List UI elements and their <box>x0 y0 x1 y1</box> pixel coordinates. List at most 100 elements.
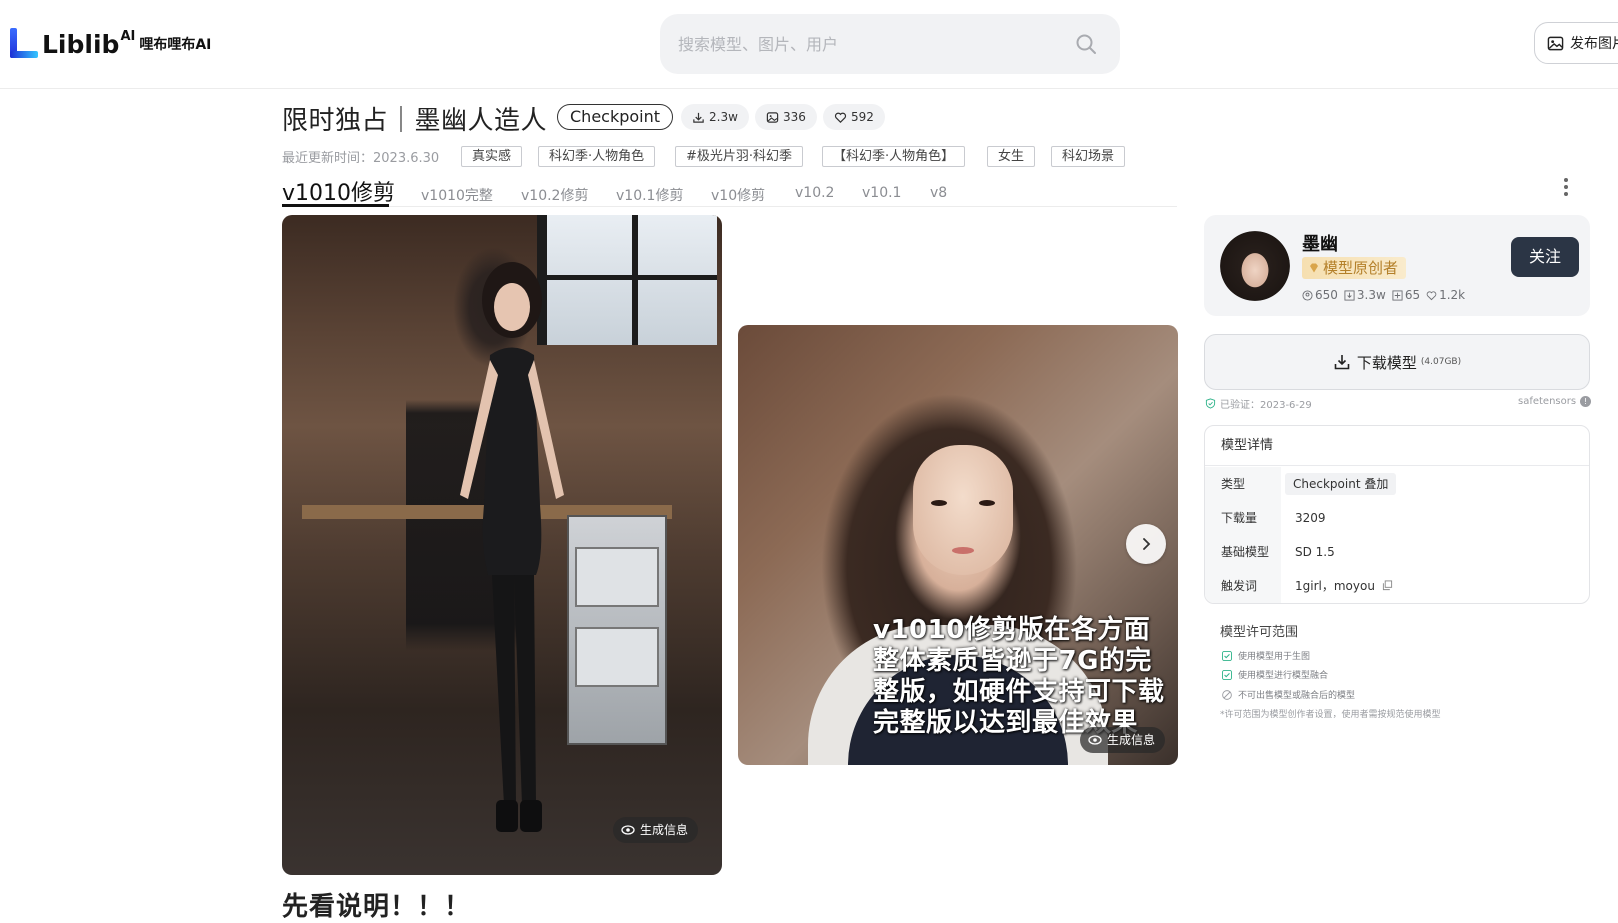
eye-icon <box>1088 735 1102 745</box>
author-followers: 650 <box>1302 288 1338 302</box>
license-item: 使用模型用于生图 <box>1222 649 1310 662</box>
license-title: 模型许可范围 <box>1220 625 1299 640</box>
license-item-label: 使用模型用于生图 <box>1238 652 1311 662</box>
figure-graphic <box>460 262 564 832</box>
details-heading: 模型详情 <box>1205 426 1589 466</box>
file-format: safetensors ! <box>1518 396 1592 407</box>
generation-info-button[interactable]: 生成信息 <box>1080 727 1166 753</box>
more-options-icon[interactable] <box>1563 178 1569 198</box>
creator-badge-label: 模型原创者 <box>1323 259 1399 277</box>
chevron-right-icon <box>1143 538 1151 550</box>
file-format-label: safetensors <box>1518 396 1577 407</box>
heart-icon <box>834 112 847 123</box>
tab-version[interactable]: v10.1修剪 <box>616 185 683 205</box>
eye-icon <box>621 825 635 835</box>
model-title: 限时独占｜墨幽人造人 <box>282 106 548 136</box>
next-image-button[interactable] <box>1126 524 1166 564</box>
download-icon <box>693 112 704 123</box>
follow-button[interactable]: 关注 <box>1511 237 1579 277</box>
detail-value: 3209 <box>1295 511 1326 525</box>
check-icon <box>1222 669 1232 680</box>
download-label: 下载模型 <box>1356 353 1417 372</box>
updated-date: 最近更新时间：2023.6.30 <box>282 151 440 166</box>
likes-count: 592 <box>851 110 874 124</box>
cabinet-graphic <box>567 515 667 745</box>
lips-graphic <box>952 547 974 554</box>
likes-stat[interactable]: 592 <box>823 104 885 130</box>
download-model-button[interactable]: 下载模型 (4.07GB) <box>1204 334 1590 390</box>
tab-version[interactable]: v10.1 <box>862 185 901 201</box>
images-count: 336 <box>783 110 806 124</box>
gallery-image[interactable]: v1010修剪版在各方面整体素质皆逊于7G的完整版，如硬件支持可下载完整版以达到… <box>738 325 1178 765</box>
license-item-label: 不可出售模型或融合后的模型 <box>1238 691 1356 701</box>
model-tag[interactable]: 【科幻季·人物角色】 <box>822 146 966 167</box>
active-tab-underline <box>282 204 389 207</box>
info-icon[interactable]: ! <box>1580 396 1592 407</box>
tab-version[interactable]: v1010完整 <box>421 185 493 205</box>
image-icon <box>1547 36 1564 50</box>
download-size: (4.07GB) <box>1420 357 1462 367</box>
model-details-table: 模型详情 类型 Checkpoint 叠加 下载量 3209 基础模型 SD 1… <box>1204 425 1590 604</box>
images-stat: 336 <box>755 104 817 130</box>
verified-status: 已验证：2023-6-29 <box>1205 396 1312 411</box>
search-input[interactable] <box>678 14 1058 74</box>
heart-icon <box>1426 290 1437 300</box>
image-icon <box>766 111 779 123</box>
author-downloads: 3.3w <box>1344 288 1386 302</box>
detail-label: 类型 <box>1205 467 1281 501</box>
generation-info-button[interactable]: 生成信息 <box>613 817 699 843</box>
model-tag[interactable]: 真实感 <box>461 146 523 167</box>
type-chip: Checkpoint 叠加 <box>1285 473 1397 495</box>
user-icon <box>1302 289 1313 301</box>
shield-check-icon <box>1205 398 1216 409</box>
tab-version[interactable]: v10.2修剪 <box>521 185 588 205</box>
detail-value: Checkpoint 叠加 <box>1285 467 1397 501</box>
publish-label: 发布图片 <box>1570 36 1618 52</box>
creator-badge: 模型原创者 <box>1302 257 1407 279</box>
author-name[interactable]: 墨幽 <box>1302 230 1338 256</box>
detail-value: SD 1.5 <box>1295 545 1335 559</box>
detail-row: 下载量 3209 <box>1205 501 1589 535</box>
tab-version[interactable]: v10.2 <box>795 185 834 201</box>
logo-sup: AI <box>120 28 136 44</box>
search-bar <box>660 14 1120 74</box>
license-note: *许可范围为模型创作者设置，使用者需按规范使用模型 <box>1220 710 1441 720</box>
gallery-image[interactable]: 生成信息 <box>282 215 722 875</box>
avatar[interactable] <box>1220 231 1290 301</box>
eye-graphic <box>979 500 995 506</box>
generation-info-label: 生成信息 <box>640 823 689 837</box>
top-header: Liblib AI 哩布哩布AI 发布图片 <box>0 0 1618 89</box>
model-tag[interactable]: #极光片羽·科幻季 <box>675 146 804 167</box>
downloads-stat: 2.3w <box>681 104 749 130</box>
license-item: 不可出售模型或融合后的模型 <box>1222 688 1355 701</box>
tab-version[interactable]: v10修剪 <box>711 185 765 205</box>
model-tag[interactable]: 科幻场景 <box>1051 146 1126 167</box>
description-heading: 先看说明！！！ <box>282 892 472 922</box>
model-tag[interactable]: 科幻季·人物角色 <box>538 146 656 167</box>
detail-value: 1girl，moyou <box>1295 569 1393 603</box>
detail-label: 基础模型 <box>1205 535 1281 569</box>
logo-mark-icon <box>10 28 40 60</box>
check-icon <box>1222 650 1232 661</box>
no-entry-icon <box>1222 689 1232 700</box>
publish-image-button[interactable]: 发布图片 <box>1534 22 1618 64</box>
verified-label: 已验证：2023-6-29 <box>1220 400 1312 411</box>
trigger-words[interactable]: 1girl，moyou <box>1295 579 1375 593</box>
copy-icon[interactable] <box>1382 580 1393 591</box>
author-models: 65 <box>1392 288 1420 302</box>
author-card: 墨幽 模型原创者 650 3.3w 65 1.2k 关注 <box>1204 215 1590 316</box>
downloads-count: 2.3w <box>709 110 738 124</box>
author-likes: 1.2k <box>1426 288 1465 302</box>
model-tag[interactable]: 女生 <box>987 146 1036 167</box>
logo-cn: 哩布哩布AI <box>139 37 212 53</box>
site-logo[interactable]: Liblib AI 哩布哩布AI <box>10 28 211 60</box>
license-item-label: 使用模型进行模型融合 <box>1238 671 1329 681</box>
detail-row: 触发词 1girl，moyou <box>1205 569 1589 603</box>
generation-info-label: 生成信息 <box>1107 733 1156 747</box>
eye-graphic <box>931 500 947 506</box>
detail-row: 基础模型 SD 1.5 <box>1205 535 1589 569</box>
tab-version[interactable]: v8 <box>930 185 947 201</box>
search-icon[interactable] <box>1074 32 1098 56</box>
tab-version-active[interactable]: v1010修剪 <box>282 175 395 207</box>
diamond-icon <box>1310 263 1318 273</box>
